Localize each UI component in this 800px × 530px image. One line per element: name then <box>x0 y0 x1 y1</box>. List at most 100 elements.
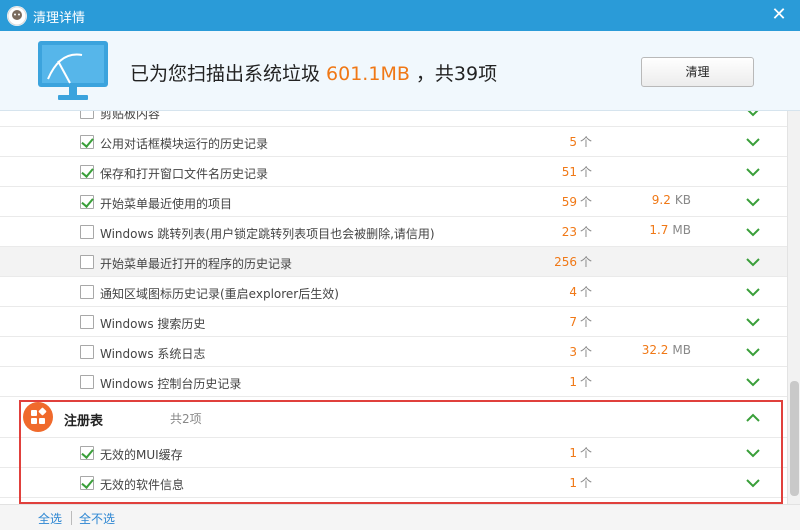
expand-chevron-icon[interactable] <box>744 164 762 180</box>
expand-chevron-icon[interactable] <box>744 254 762 270</box>
item-label: Windows 跳转列表(用户锁定跳转列表项目也会被删除,请信用) <box>100 227 435 241</box>
item-count: 23 个 <box>520 223 592 240</box>
item-count: 51 个 <box>520 163 592 180</box>
item-count-unit: 个 <box>579 345 592 359</box>
item-count-value: 59 <box>561 195 577 209</box>
footer: 全选 全不选 <box>0 504 800 530</box>
detail-list: 剪贴板内容 注册表 共2项 公用对话框模块运行的历史记录 5 个保存和打开窗口文件名… <box>0 111 787 504</box>
expand-chevron-icon[interactable] <box>744 111 762 120</box>
item-checkbox[interactable] <box>80 285 94 299</box>
item-count: 1个 <box>520 444 592 461</box>
expand-chevron-icon[interactable] <box>744 445 762 461</box>
item-count: 7个 <box>520 313 592 330</box>
expand-chevron-icon[interactable] <box>744 314 762 330</box>
summary-prefix: 已为您扫描出系统垃圾 <box>130 63 327 85</box>
item-label: 开始菜单最近使用的项目 <box>100 197 233 211</box>
item-count-value: 1 <box>569 476 577 490</box>
list-item: 剪贴板内容 <box>0 111 787 127</box>
item-label: 无效的MUI缓存 <box>100 448 183 462</box>
item-count-value: 23 <box>561 225 577 239</box>
item-count: 4个 <box>520 283 592 300</box>
item-count-value: 4 <box>569 285 577 299</box>
item-label: Windows 系统日志 <box>100 347 206 361</box>
list-item: Windows 搜索历史 7 个 <box>0 307 787 337</box>
footer-divider <box>71 511 72 525</box>
item-checkbox[interactable] <box>80 345 94 359</box>
item-label: 剪贴板内容 <box>100 111 161 121</box>
item-checkbox[interactable] <box>80 225 94 239</box>
list-item: 开始菜单最近使用的项目 59 个 9.2 KB <box>0 187 787 217</box>
item-checkbox[interactable] <box>80 111 94 119</box>
item-count-unit: 个 <box>579 195 592 209</box>
collapse-chevron-icon[interactable] <box>744 410 762 426</box>
expand-chevron-icon[interactable] <box>744 134 762 150</box>
category-count: 共2项 <box>170 412 202 426</box>
expand-chevron-icon[interactable] <box>744 224 762 240</box>
list-item: 无效的MUI缓存 1 个 <box>0 438 787 468</box>
item-count-value: 1 <box>569 446 577 460</box>
list-item: Windows 系统日志 3 个 32.2 MB <box>0 337 787 367</box>
item-count-value: 7 <box>569 315 577 329</box>
item-checkbox[interactable] <box>80 446 94 460</box>
item-checkbox[interactable] <box>80 195 94 209</box>
item-label: Windows 搜索历史 <box>100 317 206 331</box>
item-count: 3个 <box>520 343 592 360</box>
item-checkbox[interactable] <box>80 135 94 149</box>
item-label: Windows 控制台历史记录 <box>100 377 242 391</box>
item-count-unit: 个 <box>579 375 592 389</box>
item-checkbox[interactable] <box>80 165 94 179</box>
list-item: 保存和打开窗口文件名历史记录 51 个 <box>0 157 787 187</box>
item-count-unit: 个 <box>579 225 592 239</box>
item-checkbox[interactable] <box>80 476 94 490</box>
item-count-unit: 个 <box>579 476 592 490</box>
item-size-unit: KB <box>674 193 691 207</box>
registry-category-row[interactable]: 注册表 共2项 <box>0 398 787 438</box>
expand-chevron-icon[interactable] <box>744 344 762 360</box>
scroll-thumb[interactable] <box>790 381 799 496</box>
item-size-value: 1.7 <box>649 223 669 237</box>
item-checkbox[interactable] <box>80 255 94 269</box>
expand-chevron-icon[interactable] <box>744 374 762 390</box>
item-count-unit: 个 <box>579 446 592 460</box>
list-item: Windows 跳转列表(用户锁定跳转列表项目也会被删除,请信用) 23 个 1.7 M… <box>0 217 787 247</box>
item-count-unit: 个 <box>579 165 592 179</box>
window-title: 清理详情 <box>33 11 86 26</box>
summary-suffix: ，共39项 <box>409 63 498 85</box>
close-button[interactable]: ✕ <box>768 4 790 26</box>
registry-icon <box>23 402 53 432</box>
select-none-link[interactable]: 全不选 <box>79 510 115 527</box>
summary-size: 601.1MB <box>326 63 410 85</box>
item-count-value: 5 <box>569 135 577 149</box>
list-item: 无效的软件信息 1 个 <box>0 468 787 498</box>
expand-chevron-icon[interactable] <box>744 284 762 300</box>
list-item: 通知区域图标历史记录(重启explorer后生效) 4 个 <box>0 277 787 307</box>
item-checkbox[interactable] <box>80 315 94 329</box>
scan-header: 已为您扫描出系统垃圾 601.1MB ，共39项 清理 <box>0 31 800 111</box>
item-label: 开始菜单最近打开的程序的历史记录 <box>100 257 293 271</box>
item-count-value: 1 <box>569 375 577 389</box>
item-count-value: 256 <box>554 255 577 269</box>
item-count-unit: 个 <box>579 135 592 149</box>
monitor-icon <box>36 39 110 106</box>
expand-chevron-icon[interactable] <box>744 475 762 491</box>
item-checkbox[interactable] <box>80 375 94 389</box>
select-all-link[interactable]: 全选 <box>38 510 62 527</box>
item-count-value: 3 <box>569 345 577 359</box>
item-count-unit: 个 <box>579 255 592 269</box>
list-item: 开始菜单最近打开的程序的历史记录 256 个 <box>0 247 787 277</box>
item-count-unit: 个 <box>579 285 592 299</box>
item-label: 公用对话框模块运行的历史记录 <box>100 137 269 151</box>
clean-button[interactable]: 清理 <box>641 57 754 87</box>
item-size: 32.2 MB <box>600 343 691 357</box>
item-count-unit: 个 <box>579 315 592 329</box>
list-scrollbar[interactable] <box>787 111 800 504</box>
item-label: 通知区域图标历史记录(重启explorer后生效) <box>100 287 339 301</box>
item-size-unit: MB <box>672 223 691 237</box>
title-bar: 清理详情 ✕ <box>0 0 800 31</box>
item-count: 59 个 <box>520 193 592 210</box>
item-size-value: 9.2 <box>651 193 671 207</box>
expand-chevron-icon[interactable] <box>744 194 762 210</box>
app-logo-icon <box>7 6 27 26</box>
item-size-value: 32.2 <box>641 343 669 357</box>
scan-summary: 已为您扫描出系统垃圾 601.1MB ，共39项 <box>130 59 497 86</box>
